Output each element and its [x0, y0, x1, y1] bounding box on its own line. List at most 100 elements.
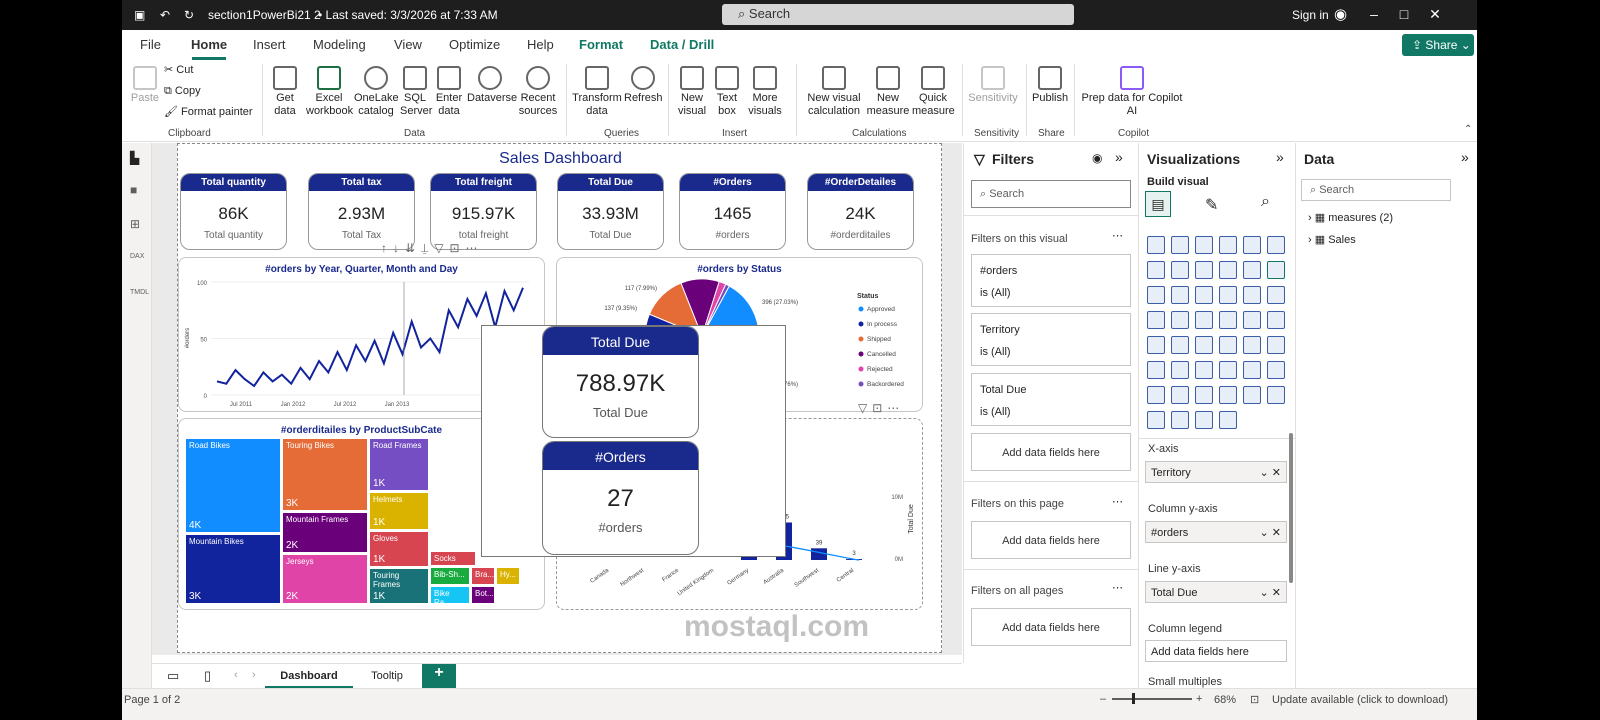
- field-remove-icon[interactable]: ⌄ ✕: [1260, 526, 1282, 539]
- sales-table[interactable]: › ▦ Sales: [1308, 233, 1356, 246]
- visual-type-icon[interactable]: [1171, 411, 1189, 429]
- zoom-in-icon[interactable]: +: [1196, 693, 1202, 705]
- zoom-slider[interactable]: [1112, 698, 1192, 700]
- kpi-card[interactable]: #Orders 1465 #orders: [679, 173, 786, 250]
- visual-type-icon[interactable]: [1171, 236, 1189, 254]
- visual-type-icon[interactable]: [1267, 386, 1285, 404]
- more-options-icon[interactable]: ⋯: [1112, 229, 1123, 242]
- treemap-tile[interactable]: Hy...: [496, 567, 520, 585]
- treemap-tile[interactable]: Touring Frames 1K: [369, 568, 429, 604]
- visual-type-icon[interactable]: [1243, 361, 1261, 379]
- tab-tooltip[interactable]: Tooltip: [355, 664, 419, 689]
- treemap-tile[interactable]: Bra...: [471, 567, 495, 585]
- copy-button[interactable]: ⧉ Copy: [164, 85, 201, 98]
- visual-type-icon[interactable]: [1195, 386, 1213, 404]
- visual-type-icon[interactable]: [1243, 236, 1261, 254]
- visual-type-icon[interactable]: [1147, 261, 1165, 279]
- visual-type-icon[interactable]: [1219, 386, 1237, 404]
- x-axis-well[interactable]: Territory ⌄ ✕: [1145, 461, 1287, 483]
- visual-type-icon[interactable]: [1171, 336, 1189, 354]
- visual-type-icon[interactable]: [1147, 411, 1165, 429]
- onelake-button[interactable]: OneLake catalog: [354, 66, 399, 118]
- line-y-axis-well[interactable]: Total Due ⌄ ✕: [1145, 581, 1287, 603]
- visual-type-icon[interactable]: [1147, 361, 1165, 379]
- minimize-icon[interactable]: –: [1364, 6, 1384, 24]
- recent-sources-button[interactable]: Recent sources: [518, 66, 558, 118]
- filter-card-orders[interactable]: #orders is (All): [971, 254, 1131, 307]
- kpi-card[interactable]: Total freight 915.97K total freight: [430, 173, 537, 250]
- tab-modeling[interactable]: Modeling: [313, 37, 366, 52]
- update-available-link[interactable]: Update available (click to download): [1272, 694, 1448, 706]
- kpi-card[interactable]: #OrderDetailes 24K #orderditailes: [807, 173, 914, 250]
- treemap-tile[interactable]: Helmets 1K: [369, 492, 429, 530]
- treemap-tile[interactable]: Jerseys 2K: [282, 554, 368, 604]
- undo-icon[interactable]: ↶: [160, 8, 170, 22]
- more-visuals-button[interactable]: More visuals: [744, 66, 786, 118]
- visual-type-icon[interactable]: [1171, 286, 1189, 304]
- tab-data-drill[interactable]: Data / Drill: [650, 37, 714, 52]
- maximize-icon[interactable]: □: [1394, 6, 1414, 24]
- treemap-tile[interactable]: Mountain Frames 2K: [282, 512, 368, 553]
- prep-copilot-button[interactable]: Prep data for Copilot AI: [1080, 66, 1184, 118]
- add-page-button[interactable]: +: [422, 664, 456, 689]
- visual-type-icon[interactable]: [1267, 311, 1285, 329]
- visual-header-icons[interactable]: ↑↓⇊⍊▽⊡⋯: [381, 241, 484, 256]
- treemap-tile[interactable]: Bib-Sh...: [430, 567, 470, 585]
- kpi-card[interactable]: Total quantity 86K Total quantity: [180, 173, 287, 250]
- tabs-next-icon[interactable]: ›: [252, 669, 256, 681]
- visual-type-icon[interactable]: [1171, 311, 1189, 329]
- collapse-ribbon-icon[interactable]: ⌃: [1464, 124, 1472, 135]
- field-remove-icon[interactable]: ⌄ ✕: [1260, 466, 1282, 479]
- refresh-button[interactable]: Refresh: [624, 66, 663, 105]
- excel-button[interactable]: Excel workbook: [306, 66, 353, 118]
- format-visual-icon[interactable]: ✎: [1205, 195, 1218, 215]
- tabs-prev-icon[interactable]: ‹: [234, 669, 238, 681]
- field-remove-icon[interactable]: ⌄ ✕: [1260, 586, 1282, 599]
- visual-type-icon[interactable]: [1267, 361, 1285, 379]
- tab-file[interactable]: File: [140, 37, 161, 52]
- enter-data-button[interactable]: Enter data: [433, 66, 465, 118]
- visual-type-icon[interactable]: [1219, 286, 1237, 304]
- close-icon[interactable]: ✕: [1425, 6, 1445, 24]
- visual-type-icon[interactable]: [1219, 311, 1237, 329]
- new-measure-button[interactable]: New measure: [866, 66, 910, 118]
- more-options-icon[interactable]: ⋯: [1112, 581, 1123, 594]
- model-view-icon[interactable]: ⊞: [130, 217, 144, 231]
- filter-card-total-due[interactable]: Total Due is (All): [971, 373, 1131, 426]
- visual-type-icon[interactable]: [1147, 386, 1165, 404]
- visual-type-icon[interactable]: [1219, 411, 1237, 429]
- cut-button[interactable]: ✂ Cut: [164, 64, 193, 77]
- zoom-out-icon[interactable]: –: [1100, 693, 1106, 705]
- visual-type-icon[interactable]: [1219, 236, 1237, 254]
- visual-type-icon[interactable]: [1147, 336, 1165, 354]
- treemap-tile[interactable]: Road Bikes 4K: [185, 438, 281, 533]
- filters-search-input[interactable]: ⌕ Search: [971, 180, 1131, 208]
- tab-optimize[interactable]: Optimize: [449, 37, 500, 52]
- sensitivity-button[interactable]: Sensitivity: [968, 66, 1018, 105]
- collapse-data-icon[interactable]: »: [1461, 149, 1469, 165]
- last-saved[interactable]: • Last saved: 3/3/2026 at 7:33 AM: [318, 8, 498, 22]
- desktop-layout-icon[interactable]: ▭: [167, 668, 179, 684]
- new-visual-calculation-button[interactable]: New visual calculation: [804, 66, 864, 118]
- visual-type-icon[interactable]: [1195, 336, 1213, 354]
- treemap-tile[interactable]: Gloves 1K: [369, 531, 429, 567]
- visual-type-icon[interactable]: [1267, 236, 1285, 254]
- redo-icon[interactable]: ↻: [184, 8, 194, 22]
- table-view-icon[interactable]: ■: [130, 183, 144, 197]
- new-visual-button[interactable]: New visual: [676, 66, 708, 118]
- treemap-tile[interactable]: Road Frames 1K: [369, 438, 429, 491]
- visual-type-icon[interactable]: [1195, 236, 1213, 254]
- visual-type-icon[interactable]: [1243, 286, 1261, 304]
- eye-icon[interactable]: ◉: [1092, 151, 1102, 165]
- collapse-viz-icon[interactable]: »: [1276, 149, 1284, 165]
- treemap-tile[interactable]: Bot...: [471, 586, 495, 604]
- column-legend-well[interactable]: Add data fields here: [1145, 640, 1287, 662]
- viz-scrollbar[interactable]: [1289, 433, 1293, 583]
- measures-table[interactable]: › ▦ measures (2): [1308, 211, 1393, 224]
- more-options-icon[interactable]: ⋯: [1112, 495, 1123, 508]
- add-all-pages-filter-field[interactable]: Add data fields here: [971, 608, 1131, 646]
- collapse-filters-icon[interactable]: »: [1115, 149, 1123, 165]
- tab-dashboard[interactable]: Dashboard: [265, 664, 353, 689]
- visual-type-icon[interactable]: [1243, 311, 1261, 329]
- tab-home[interactable]: Home: [191, 37, 227, 52]
